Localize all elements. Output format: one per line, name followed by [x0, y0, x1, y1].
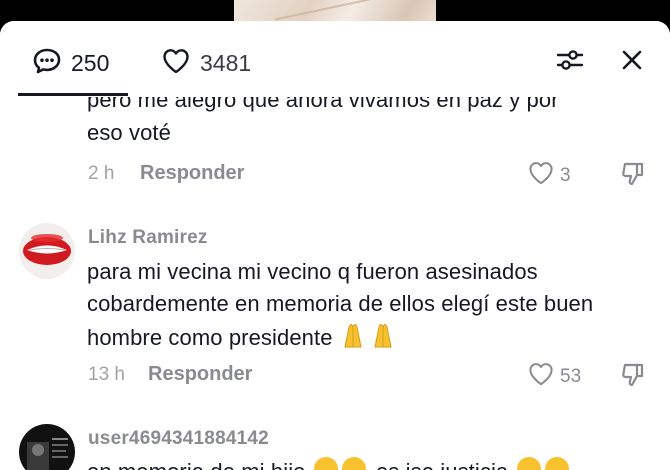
close-icon — [621, 49, 643, 76]
reply-button[interactable]: Responder — [148, 363, 252, 386]
filter-button[interactable] — [553, 47, 587, 77]
folded-hands-emoji — [339, 319, 397, 357]
sliders-icon — [556, 48, 584, 77]
dislike-button[interactable] — [621, 362, 645, 393]
comments-header: 250 3481 — [0, 21, 670, 97]
comments-sheet: 250 3481 pero me alegro que ahora vivamo… — [0, 21, 670, 470]
comment-text-segment: es ise justicia — [376, 459, 508, 470]
like-count: 3 — [560, 164, 571, 186]
like-count: 53 — [560, 365, 582, 387]
comment-text-line: en memoria de mi hijo es ise justicia — [87, 455, 573, 470]
like-button[interactable]: 53 — [528, 362, 581, 391]
like-button[interactable]: 3 — [528, 161, 571, 190]
comment-text-line: para mi vecina mi vecino q fueron asesin… — [87, 259, 538, 284]
comments-tab[interactable]: 250 — [33, 48, 109, 79]
comment-time: 13 h — [88, 364, 125, 385]
likes-tab[interactable]: 3481 — [162, 48, 251, 79]
comment-text-line: eso voté — [87, 120, 171, 145]
comment-bubble-icon — [33, 48, 61, 79]
thumbs-down-icon — [621, 162, 645, 191]
close-button[interactable] — [615, 47, 649, 77]
heart-icon — [528, 362, 554, 391]
avatar[interactable] — [19, 424, 75, 470]
avatar[interactable] — [19, 223, 75, 279]
username[interactable]: user4694341884142 — [88, 428, 269, 450]
like-count: 3481 — [200, 50, 252, 76]
crying-face-emoji — [515, 455, 573, 470]
username[interactable]: Lihz Ramirez — [88, 227, 208, 249]
heart-icon — [528, 161, 554, 190]
crying-face-emoji — [312, 455, 370, 470]
comment-text-line: hombre como presidente — [87, 319, 397, 357]
comment-text-line: cobardemente en memoria de ellos elegí e… — [87, 291, 594, 316]
heart-icon — [162, 48, 190, 79]
comment-text-segment: en memoria de mi hijo — [87, 459, 306, 470]
dislike-button[interactable] — [621, 161, 645, 192]
comment-text-segment: hombre como presidente — [87, 325, 333, 350]
active-tab-indicator — [18, 93, 128, 96]
comment-time: 2 h — [88, 163, 115, 184]
comment-count: 250 — [71, 50, 110, 76]
thumbs-down-icon — [621, 363, 645, 392]
reply-button[interactable]: Responder — [140, 162, 244, 185]
